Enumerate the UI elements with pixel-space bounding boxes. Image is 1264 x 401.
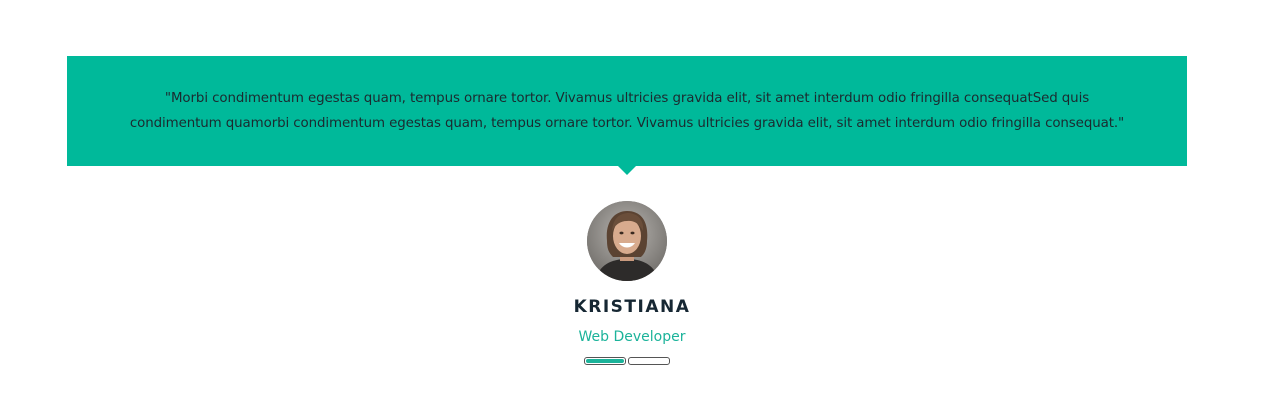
person-photo-icon bbox=[587, 201, 667, 281]
testimonial-section: "Morbi condimentum egestas quam, tempus … bbox=[0, 0, 1264, 401]
slider-pagination bbox=[584, 357, 670, 365]
slide-indicator-1[interactable] bbox=[584, 357, 626, 365]
testimonial-quote-box: "Morbi condimentum egestas quam, tempus … bbox=[67, 56, 1187, 166]
testimonial-quote-text: "Morbi condimentum egestas quam, tempus … bbox=[129, 91, 1125, 131]
avatar bbox=[587, 201, 667, 281]
slide-indicator-2[interactable] bbox=[628, 357, 670, 365]
person-role: Web Developer bbox=[578, 329, 686, 345]
person-name: KRISTIANA bbox=[573, 297, 691, 317]
quote-pointer-arrow bbox=[618, 166, 636, 175]
